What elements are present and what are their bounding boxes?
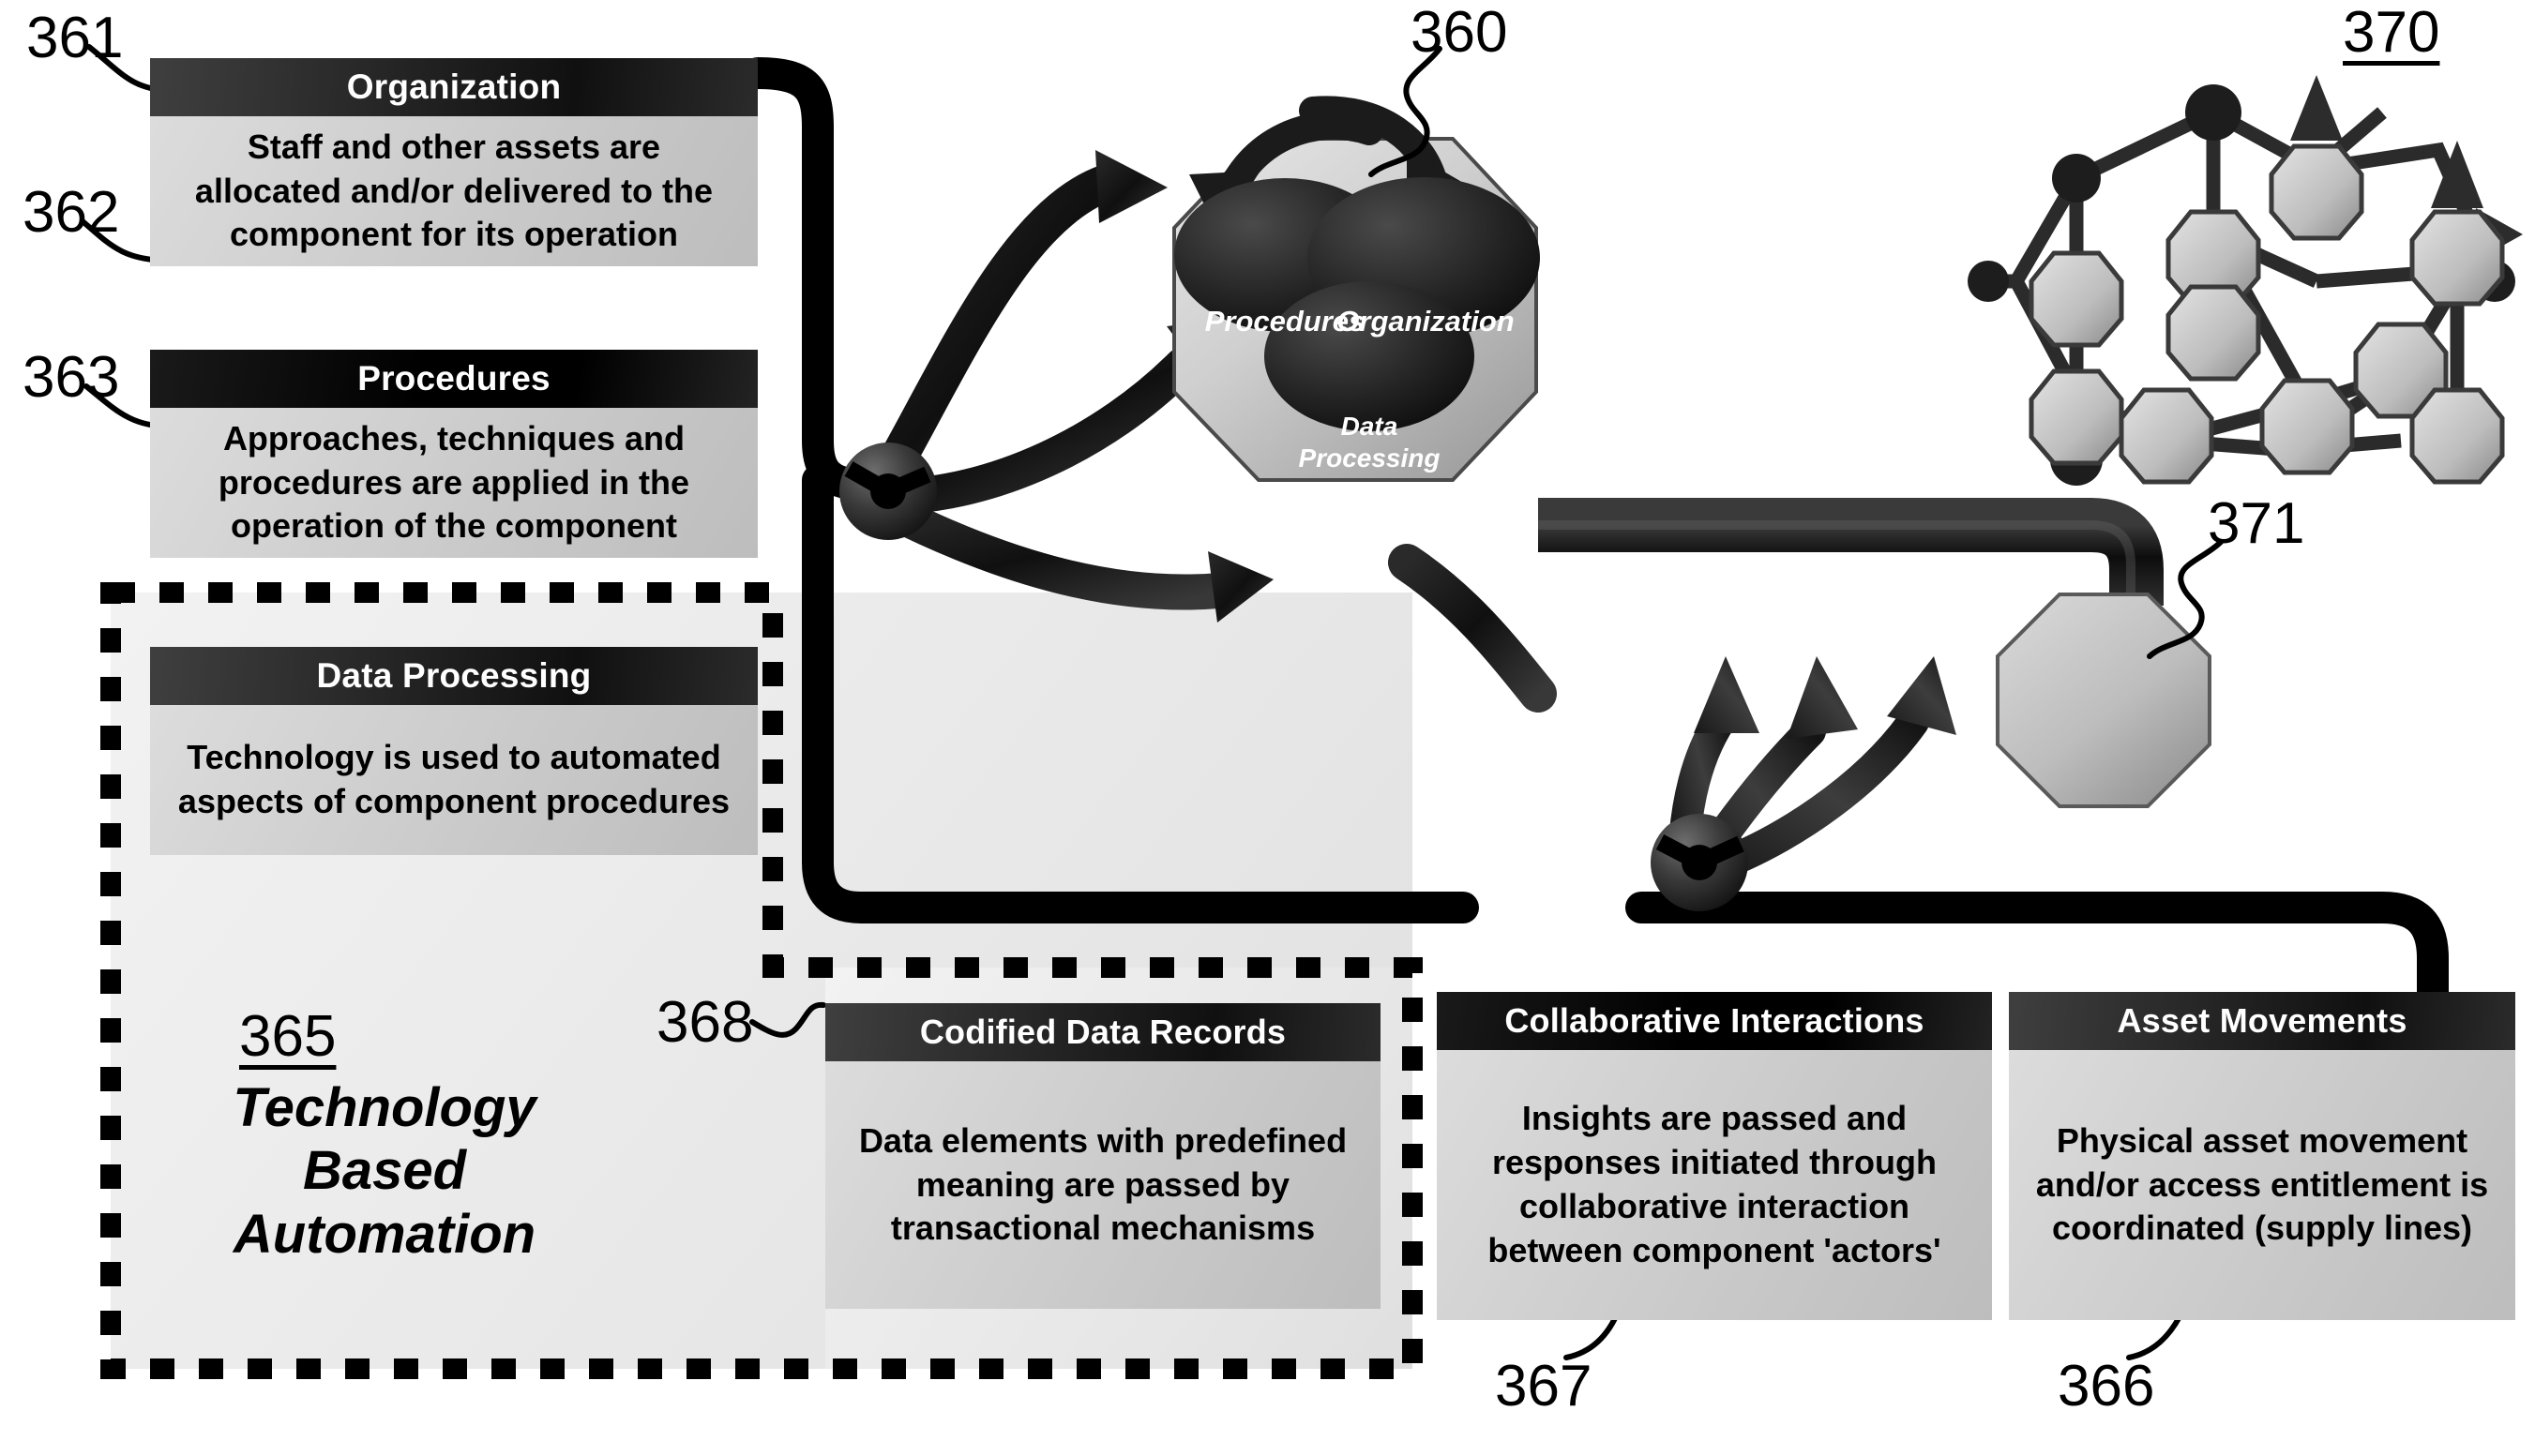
card-codified-data-records[interactable]: Codified Data Records Data elements with… <box>825 1003 1381 1309</box>
card-data-processing[interactable]: Data Processing Technology is used to au… <box>150 647 758 855</box>
automation-line-1: Technology <box>233 1077 536 1138</box>
component-octagon-371 <box>1996 593 2211 808</box>
hub-node-left <box>839 443 937 540</box>
card-data-processing-body: Technology is used to automated aspects … <box>150 705 758 855</box>
card-codified-data-records-body: Data elements with predefined meaning ar… <box>825 1061 1381 1309</box>
card-data-processing-title: Data Processing <box>150 647 758 705</box>
card-organization-body: Staff and other assets are allocated and… <box>150 116 758 266</box>
ref-361: 361 <box>26 6 124 70</box>
card-asset-movements[interactable]: Asset Movements Physical asset movement … <box>2009 992 2515 1320</box>
automation-label: Technology Based Automation <box>169 1076 600 1266</box>
ref-360: 360 <box>1411 0 1508 65</box>
ref-370: 370 <box>2343 0 2440 65</box>
horizontal-band <box>1538 498 2164 606</box>
automation-line-2: Based <box>302 1140 467 1202</box>
card-organization[interactable]: Organization Staff and other assets are … <box>150 58 758 266</box>
card-asset-movements-body: Physical asset movement and/or access en… <box>2009 1050 2515 1320</box>
figure-canvas: Organization Staff and other assets are … <box>0 0 2535 1456</box>
card-collaborative-interactions[interactable]: Collaborative Interactions Insights are … <box>1437 992 1992 1320</box>
card-procedures-title: Procedures <box>150 350 758 408</box>
card-collaborative-interactions-title: Collaborative Interactions <box>1437 992 1992 1050</box>
automation-line-3: Automation <box>233 1203 536 1265</box>
card-asset-movements-title: Asset Movements <box>2009 992 2515 1050</box>
lobe-label-organization: Organization <box>1336 305 1515 338</box>
ref-368: 368 <box>656 990 754 1055</box>
card-procedures[interactable]: Procedures Approaches, techniques and pr… <box>150 350 758 558</box>
hub-node-right <box>1651 814 1748 911</box>
ref-366: 366 <box>2058 1354 2155 1418</box>
card-codified-data-records-title: Codified Data Records <box>825 1003 1381 1061</box>
ref-371: 371 <box>2208 491 2305 556</box>
lobe-label-processing: Processing <box>1298 443 1441 473</box>
ribbon-octagon-to-hub <box>1388 544 1557 713</box>
swirl-arrows-into-hub <box>863 150 1274 623</box>
ref-367: 367 <box>1495 1354 1592 1418</box>
network-mesh-370 <box>1988 104 2495 459</box>
ref-365: 365 <box>239 1004 337 1069</box>
network-mesh-nodes-370 <box>1968 75 2523 486</box>
ref-363: 363 <box>23 345 120 410</box>
lobe-label-data-processing: Data Processing <box>1268 411 1471 474</box>
card-procedures-body: Approaches, techniques and procedures ar… <box>150 408 758 558</box>
upward-arrow-group <box>1667 656 1956 888</box>
ref-362: 362 <box>23 180 120 245</box>
lobe-label-data: Data <box>1340 412 1398 441</box>
card-organization-title: Organization <box>150 58 758 116</box>
card-collaborative-interactions-body: Insights are passed and responses initia… <box>1437 1050 1992 1320</box>
